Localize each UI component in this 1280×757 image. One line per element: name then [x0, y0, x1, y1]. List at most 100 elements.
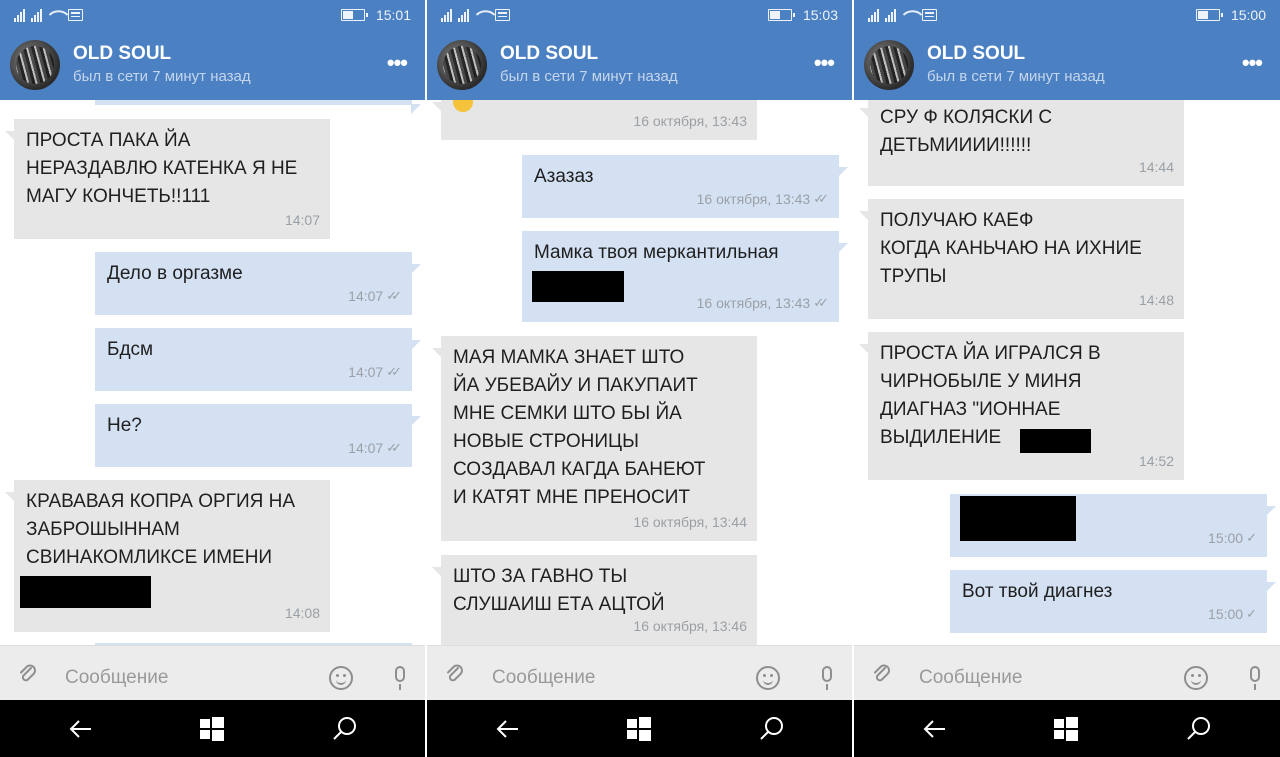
search-icon[interactable]	[330, 714, 360, 744]
avatar[interactable]	[437, 40, 487, 90]
message-bubble: Вот твой диагнез 15:00 ✓	[950, 570, 1276, 633]
message-bubble	[95, 100, 421, 114]
contact-name[interactable]: OLD SOUL	[927, 43, 1025, 65]
wifi-icon	[48, 4, 69, 25]
signal-icon	[14, 8, 25, 22]
chat-header: OLD SOUL был в сети 7 минут назад •••	[854, 30, 1280, 100]
read-check-icon: ✓✓	[386, 440, 402, 455]
message-input[interactable]: Сообщение	[492, 667, 595, 689]
back-icon[interactable]	[920, 714, 950, 744]
smile-icon[interactable]	[329, 666, 353, 690]
message-bubble: ПРОСТА ПАКА ЙА НЕРАЗДАВЛЮ КАТЕНКА Я НЕ М…	[5, 119, 330, 239]
redaction-block	[20, 576, 151, 608]
smile-icon[interactable]	[1184, 666, 1208, 690]
message-text: СРУ Ф КОЛЯСКИ С ДЕТЬМИИИИ!!!!!!	[880, 107, 1053, 156]
chat-screen-2: 15:03 OLD SOUL был в сети 7 минут назад …	[427, 0, 852, 757]
message-bubble: Бдсм 14:07 ✓✓	[95, 328, 421, 391]
search-icon[interactable]	[1184, 714, 1214, 744]
status-bar: 15:00	[854, 0, 1280, 30]
read-check-icon: ✓✓	[813, 295, 829, 310]
sent-check-icon: ✓	[1246, 530, 1257, 545]
message-time: 14:52	[1138, 453, 1174, 469]
sent-check-icon: ✓	[1246, 606, 1257, 621]
message-bubble: СРУ Ф КОЛЯСКИ С ДЕТЬМИИИИ!!!!!! 14:44	[859, 100, 1184, 186]
redaction-block	[960, 496, 1076, 541]
message-list[interactable]: 16 октября, 13:43 Азазаз 16 октября, 13:…	[427, 100, 852, 645]
read-check-icon: ✓✓	[813, 191, 829, 206]
message-text: КРАВАВАЯ КОПРА ОРГИЯ НА ЗАБРОШЫННАМ СВИН…	[26, 491, 296, 568]
message-input-bar: Сообщение	[854, 645, 1280, 700]
message-input[interactable]: Сообщение	[65, 667, 168, 689]
message-icon	[495, 9, 510, 21]
system-nav-bar	[854, 700, 1280, 757]
clock: 15:01	[375, 7, 411, 23]
paperclip-icon[interactable]	[18, 663, 38, 685]
message-icon	[68, 9, 83, 21]
windows-icon[interactable]	[1054, 717, 1078, 741]
system-nav-bar	[427, 700, 852, 757]
paperclip-icon[interactable]	[445, 663, 465, 685]
message-input-bar: Сообщение	[427, 645, 852, 700]
message-time: 14:44	[1138, 159, 1174, 175]
system-nav-bar	[0, 700, 425, 757]
avatar[interactable]	[864, 40, 914, 90]
message-text: ПОЛУЧАЮ КАЕФ КОГДА КАНЬЧАЮ НА ИХНИЕ ТРУП…	[880, 210, 1142, 287]
message-bubble: Не? 14:07 ✓✓	[95, 404, 421, 467]
contact-name[interactable]: OLD SOUL	[500, 43, 598, 65]
status-bar: 15:03	[427, 0, 852, 30]
message-time: 16 октября, 13:46	[633, 618, 747, 634]
signal-icon	[31, 8, 42, 22]
windows-icon[interactable]	[627, 717, 651, 741]
signal-icon	[441, 8, 452, 22]
windows-icon[interactable]	[200, 717, 224, 741]
avatar[interactable]	[10, 40, 60, 90]
chat-screen-3: 15:00 OLD SOUL был в сети 7 минут назад …	[854, 0, 1280, 757]
message-time: 14:07	[348, 288, 384, 304]
menu-dots-icon[interactable]: •••	[814, 50, 835, 76]
smile-icon[interactable]	[756, 666, 780, 690]
message-time: 16 октября, 13:44	[633, 514, 747, 530]
mic-icon[interactable]	[822, 666, 832, 690]
signal-icon	[885, 8, 896, 22]
read-check-icon: ✓✓	[386, 288, 402, 303]
wifi-icon	[475, 4, 496, 25]
emoji-icon	[453, 100, 473, 112]
paperclip-icon[interactable]	[872, 663, 892, 685]
message-text: Мамка твоя меркантильная	[534, 242, 779, 263]
message-bubble: КРАВАВАЯ КОПРА ОРГИЯ НА ЗАБРОШЫННАМ СВИН…	[5, 480, 330, 632]
mic-icon[interactable]	[395, 666, 405, 690]
signal-icon	[458, 8, 469, 22]
message-bubble: ПОЛУЧАЮ КАЕФ КОГДА КАНЬЧАЮ НА ИХНИЕ ТРУП…	[859, 199, 1184, 319]
message-input[interactable]: Сообщение	[919, 667, 1022, 689]
status-bar: 15:01	[0, 0, 425, 30]
message-bubble: ПРОСТА ЙА ИГРАЛСЯ В ЧИРНОБЫЛЕ У МИНЯ ДИА…	[859, 332, 1184, 480]
message-text: МАЯ МАМКА ЗНАЕТ ШТО ЙА УБЕВАЙУ И ПАКУПАИ…	[453, 347, 706, 508]
message-time: 16 октября, 13:43	[633, 113, 747, 129]
mic-icon[interactable]	[1250, 666, 1260, 690]
message-list[interactable]: ПРОСТА ПАКА ЙА НЕРАЗДАВЛЮ КАТЕНКА Я НЕ М…	[0, 100, 425, 645]
redaction-block	[1020, 429, 1091, 453]
battery-icon	[1196, 9, 1223, 21]
back-icon[interactable]	[493, 714, 523, 744]
menu-dots-icon[interactable]: •••	[387, 50, 408, 76]
clock: 15:00	[1230, 7, 1266, 23]
message-time: 14:07	[348, 440, 384, 456]
message-time: 16 октября, 13:43	[696, 295, 811, 311]
message-time: 14:07	[284, 212, 320, 228]
message-bubble: МАЯ МАМКА ЗНАЕТ ШТО ЙА УБЕВАЙУ И ПАКУПАИ…	[432, 336, 757, 541]
message-list[interactable]: СРУ Ф КОЛЯСКИ С ДЕТЬМИИИИ!!!!!! 14:44 ПО…	[854, 100, 1280, 645]
back-icon[interactable]	[66, 714, 96, 744]
search-icon[interactable]	[757, 714, 787, 744]
contact-name[interactable]: OLD SOUL	[73, 43, 171, 65]
signal-icon	[868, 8, 879, 22]
message-time: 15:00	[1208, 606, 1244, 622]
wifi-icon	[902, 4, 923, 25]
message-time: 16 октября, 13:43	[696, 191, 811, 207]
message-bubble: Дело в оргазме 14:07 ✓✓	[95, 252, 421, 315]
message-time: 14:08	[284, 605, 320, 621]
message-bubble: ШТО ЗА ГАВНО ТЫ СЛУШАИШ ЕТА АЦТОЙ 16 окт…	[432, 555, 757, 645]
message-time: 14:48	[1138, 292, 1174, 308]
menu-dots-icon[interactable]: •••	[1242, 50, 1263, 76]
chat-header: OLD SOUL был в сети 7 минут назад •••	[0, 30, 425, 100]
battery-icon	[768, 9, 795, 21]
